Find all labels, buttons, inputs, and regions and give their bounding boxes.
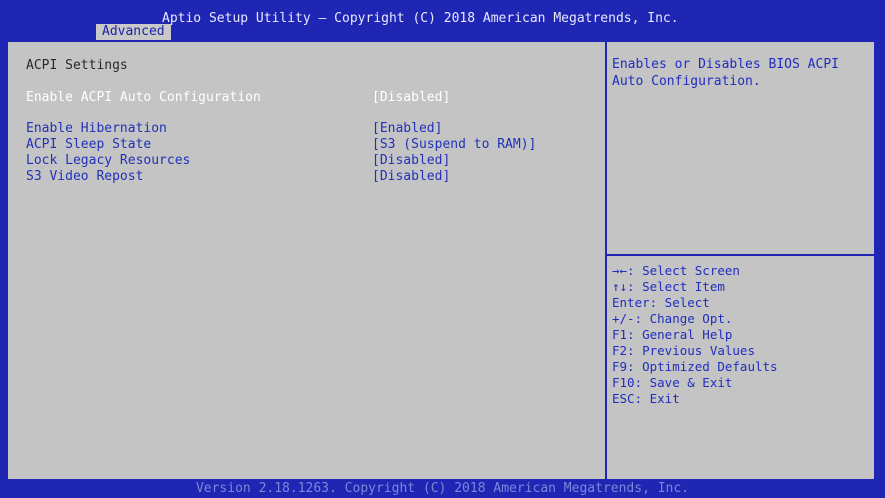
key-change-option: +/-: Change Opt. (612, 311, 733, 326)
key-optimized-defaults: F9: Optimized Defaults (612, 359, 778, 374)
key-select-screen: →←: Select Screen (612, 263, 740, 278)
help-text: Enables or Disables BIOS ACPI Auto Confi… (612, 57, 839, 89)
tab-advanced[interactable]: Advanced (96, 24, 171, 40)
title-bar: Aptio Setup Utility – Copyright (C) 2018… (0, 0, 885, 40)
bios-screen: Aptio Setup Utility – Copyright (C) 2018… (0, 0, 885, 498)
option-label: ACPI Sleep State (26, 137, 152, 152)
option-value[interactable]: [S3 (Suspend to RAM)] (372, 137, 536, 152)
vertical-divider (605, 42, 607, 479)
horizontal-divider (607, 254, 874, 256)
option-value[interactable]: [Enabled] (372, 121, 442, 136)
option-value[interactable]: [Disabled] (372, 169, 450, 184)
key-exit: ESC: Exit (612, 391, 680, 406)
key-previous-values: F2: Previous Values (612, 343, 755, 358)
key-enter-select: Enter: Select (612, 295, 710, 310)
option-label: Enable ACPI Auto Configuration (26, 90, 261, 105)
option-value[interactable]: [Disabled] (372, 90, 450, 105)
option-label: Lock Legacy Resources (26, 153, 191, 168)
footer-version: Version 2.18.1263. Copyright (C) 2018 Am… (195, 481, 690, 496)
app-title: Aptio Setup Utility – Copyright (C) 2018… (162, 11, 679, 26)
option-label: Enable Hibernation (26, 121, 167, 136)
main-panel (8, 42, 874, 479)
option-value[interactable]: [Disabled] (372, 153, 450, 168)
key-legend: →←: Select Screen ↑↓: Select Item Enter:… (612, 263, 867, 407)
key-save-exit: F10: Save & Exit (612, 375, 733, 390)
section-heading: ACPI Settings (26, 58, 128, 73)
option-label: S3 Video Repost (26, 169, 144, 184)
key-select-item: ↑↓: Select Item (612, 279, 725, 294)
key-general-help: F1: General Help (612, 327, 733, 342)
